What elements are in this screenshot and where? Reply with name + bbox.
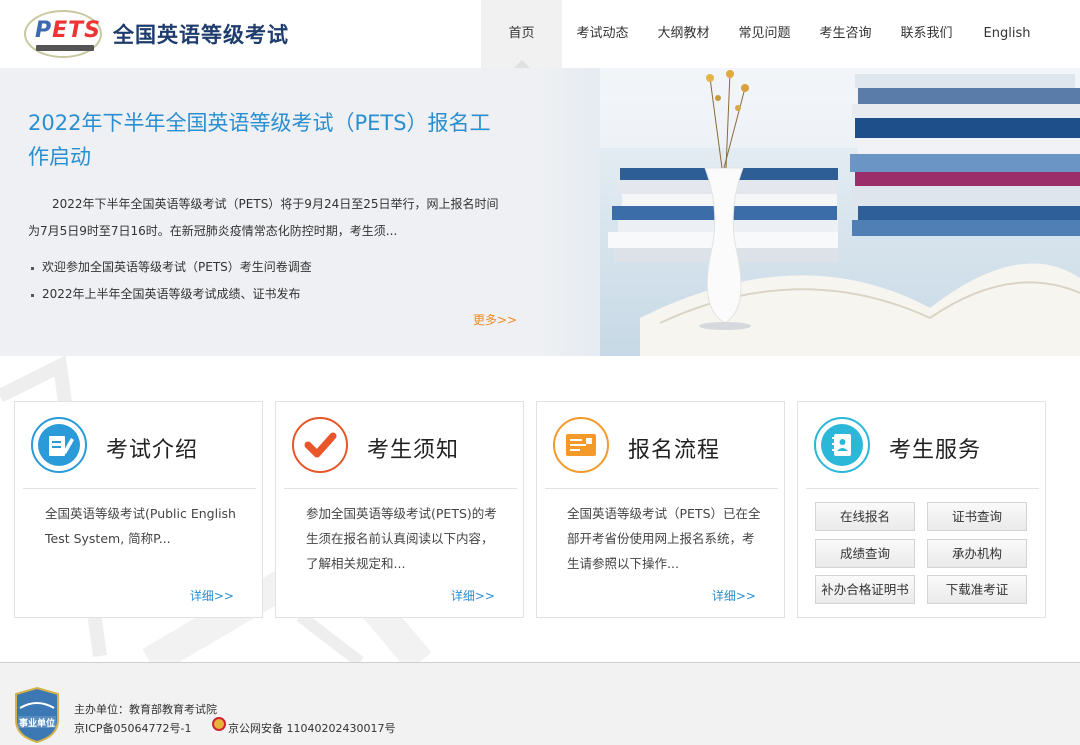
score-query-button[interactable]: 成绩查询 — [815, 539, 915, 568]
icp-link[interactable]: 京ICP备05064772号-1 — [74, 720, 192, 736]
main-nav: 首页 考试动态 大纲教材 常见问题 考生咨询 联系我们 English — [481, 0, 1047, 68]
online-registration-button[interactable]: 在线报名 — [815, 502, 915, 531]
police-badge-icon — [212, 717, 226, 731]
hero-banner: 2022年下半年全国英语等级考试（PETS）报名工作启动 2022年下半年全国英… — [0, 68, 1080, 356]
nav-consult[interactable]: 考生咨询 — [805, 0, 886, 68]
detail-link[interactable]: 详细>> — [712, 587, 756, 604]
document-pen-icon — [30, 416, 88, 474]
card-candidate-services: 考生服务 在线报名 证书查询 成绩查询 承办机构 补办合格证明书 下载准考证 — [797, 401, 1046, 618]
news-item[interactable]: 2022年上半年全国英语等级考试成绩、证书发布 — [28, 281, 508, 308]
card-title: 报名流程 — [628, 438, 721, 463]
headline-summary: 2022年下半年全国英语等级考试（PETS）将于9月24日至25日举行，网上报名… — [28, 197, 499, 238]
card-exam-intro: 考试介绍 全国英语等级考试(Public English Test System… — [14, 401, 263, 618]
card-title: 考生服务 — [889, 438, 982, 463]
divider — [806, 488, 1039, 489]
site-title: 全国英语等级考试 — [113, 23, 289, 47]
headline-link[interactable]: 2022年下半年全国英语等级考试（PETS）报名工作启动 — [28, 106, 508, 174]
public-institution-emblem[interactable]: 事业单位 — [14, 686, 60, 744]
books-vase-illustration — [600, 68, 1080, 356]
feature-cards: 考试介绍 全国英语等级考试(Public English Test System… — [14, 401, 1046, 618]
svg-text:事业单位: 事业单位 — [19, 717, 55, 729]
nav-exam-news[interactable]: 考试动态 — [562, 0, 643, 68]
card-title: 考试介绍 — [106, 438, 199, 463]
more-link[interactable]: 更多>> — [473, 311, 517, 328]
checkmark-icon — [291, 416, 349, 474]
form-icon — [552, 416, 610, 474]
card-title: 考生须知 — [367, 438, 460, 463]
contact-book-icon — [813, 416, 871, 474]
site-header: PETS 全国英语等级考试 首页 考试动态 大纲教材 常见问题 考生咨询 联系我… — [0, 0, 1080, 68]
divider — [284, 488, 517, 489]
download-admission-ticket-button[interactable]: 下载准考证 — [927, 575, 1027, 604]
nav-faq[interactable]: 常见问题 — [724, 0, 805, 68]
logo-text: PETS — [35, 18, 102, 43]
logo-subtitle-bar — [36, 45, 94, 51]
card-description: 参加全国英语等级考试(PETS)的考生须在报名前认真阅读以下内容，了解相关规定和… — [306, 506, 497, 571]
news-list: 欢迎参加全国英语等级考试（PETS）考生问卷调查 2022年上半年全国英语等级考… — [28, 254, 508, 308]
card-description: 全国英语等级考试（PETS）已在全部开考省份使用网上报名系统，考生请参照以下操作… — [567, 506, 761, 571]
detail-link[interactable]: 详细>> — [451, 587, 495, 604]
divider — [545, 488, 778, 489]
detail-link[interactable]: 详细>> — [190, 587, 234, 604]
card-registration-process: 报名流程 全国英语等级考试（PETS）已在全部开考省份使用网上报名系统，考生请参… — [536, 401, 785, 618]
reissue-certificate-button[interactable]: 补办合格证明书 — [815, 575, 915, 604]
certificate-query-button[interactable]: 证书查询 — [927, 502, 1027, 531]
pets-logo[interactable]: PETS — [24, 10, 102, 58]
sponsor-text: 主办单位：教育部教育考试院 — [74, 703, 217, 716]
nav-contact[interactable]: 联系我们 — [886, 0, 967, 68]
divider — [23, 488, 256, 489]
site-footer: 事业单位 主办单位：教育部教育考试院 京ICP备05064772号-1 京公网安… — [0, 662, 1080, 745]
organizer-button[interactable]: 承办机构 — [927, 539, 1027, 568]
card-candidate-notice: 考生须知 参加全国英语等级考试(PETS)的考生须在报名前认真阅读以下内容，了解… — [275, 401, 524, 618]
nav-syllabus[interactable]: 大纲教材 — [643, 0, 724, 68]
card-description: 全国英语等级考试(Public English Test System, 简称P… — [45, 506, 236, 546]
nav-home[interactable]: 首页 — [481, 0, 562, 68]
news-item[interactable]: 欢迎参加全国英语等级考试（PETS）考生问卷调查 — [28, 254, 508, 281]
police-record-link[interactable]: 京公网安备 11040202430017号 — [228, 720, 395, 736]
nav-english[interactable]: English — [967, 0, 1047, 68]
